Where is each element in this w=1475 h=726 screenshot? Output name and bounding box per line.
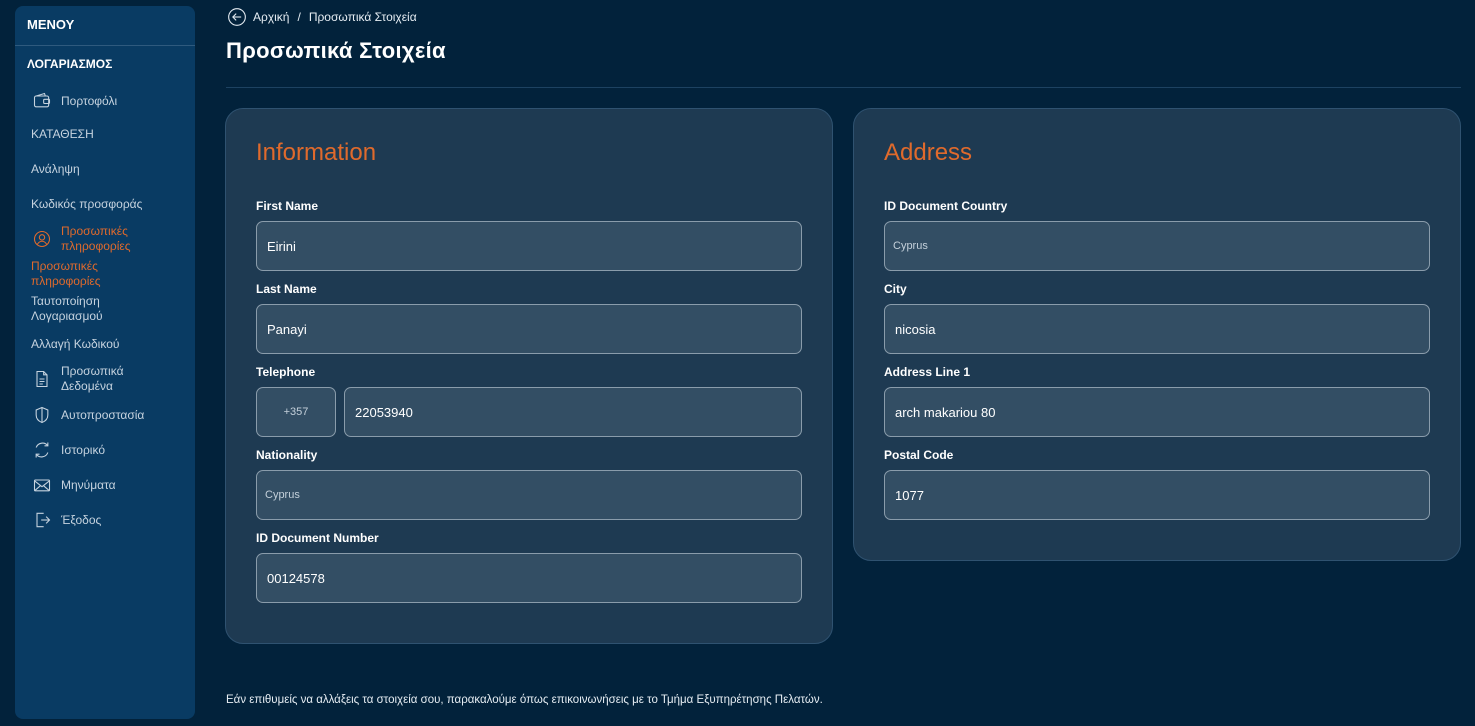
id-number-field[interactable]: 00124578 [256,553,802,603]
first-name-label: First Name [256,199,319,213]
sidebar-item-label: Ανάληψη [31,162,80,176]
sidebar-item-personal-info[interactable]: Προσωπικές πληροφορίες [31,224,151,254]
phone-number-field[interactable]: 22053940 [344,387,802,437]
last-name-field[interactable]: Panayi [256,304,802,354]
sidebar-subitem-verification[interactable]: Ταυτοποίηση Λογαριασμού [31,294,141,324]
sidebar-item-label: ΚΑΤΑΘΕΣΗ [31,127,94,141]
address-line1-label: Address Line 1 [884,365,971,379]
sidebar-subitem-change-password[interactable]: Αλλαγή Κωδικού [31,337,119,351]
sidebar-item-label: Αυτοπροστασία [61,408,145,422]
document-icon [31,368,53,390]
address-card: Address ID Document Country Cyprus City … [853,108,1461,561]
sidebar-item-label: Προσωπικά Δεδομένα [61,364,124,393]
back-arrow-icon[interactable] [227,7,247,27]
breadcrumb-current: Προσωπικά Στοιχεία [308,10,417,24]
logout-icon [31,509,53,531]
breadcrumb-home-link[interactable]: Αρχική [253,10,289,24]
postal-code-field[interactable]: 1077 [884,470,1430,520]
first-name-field[interactable]: Eirini [256,221,802,271]
sidebar-item-label: Αλλαγή Κωδικού [31,337,120,351]
sidebar-item-label: Πορτοφόλι [61,94,118,108]
sidebar-item-label: Κωδικός προσφοράς [31,197,143,211]
information-title: Information [256,139,377,166]
sidebar-item-label: Προσωπικές πληροφορίες [61,224,131,253]
breadcrumb-separator: / [297,10,301,24]
phone-code-field[interactable]: +357 [256,387,336,437]
nationality-label: Nationality [256,448,318,462]
nationality-select[interactable]: Cyprus [256,470,802,520]
sidebar-item-label: Έξοδος [61,513,102,527]
last-name-label: Last Name [256,282,317,296]
city-field[interactable]: nicosia [884,304,1430,354]
page-title: Προσωπικά Στοιχεία [226,38,446,63]
footer-note: Εάν επιθυμείς να αλλάξεις τα στοιχεία σο… [226,694,823,706]
id-country-select[interactable]: Cyprus [884,221,1430,271]
sidebar-item-promo-code[interactable]: Κωδικός προσφοράς [31,197,142,211]
sidebar-item-label: Μηνύματα [61,478,116,492]
envelope-icon [31,474,53,496]
shield-icon [31,404,53,426]
id-country-label: ID Document Country [884,199,1008,213]
sidebar-section-title: ΛΟΓΑΡΙΑΣΜΟΣ [27,57,113,71]
sidebar-header: ΜΕΝΟΥ [15,6,195,46]
telephone-label: Telephone [256,365,316,379]
header-divider [226,87,1461,88]
history-icon [31,439,53,461]
address-line1-field[interactable]: arch makariou 80 [884,387,1430,437]
information-card: Information First Name Eirini Last Name … [225,108,833,644]
sidebar-item-history[interactable]: Ιστορικό [31,439,105,461]
city-label: City [884,282,907,296]
sidebar-item-personal-data[interactable]: Προσωπικά Δεδομένα [31,364,141,394]
sidebar-item-self-protection[interactable]: Αυτοπροστασία [31,404,144,426]
sidebar: ΜΕΝΟΥ ΛΟΓΑΡΙΑΣΜΟΣ Πορτοφόλι ΚΑΤΑΘΕΣΗ Ανά… [15,6,195,719]
sidebar-subitem-personal-info[interactable]: Προσωπικές πληροφορίες [31,259,141,289]
sidebar-item-messages[interactable]: Μηνύματα [31,474,116,496]
user-icon [31,228,53,250]
sidebar-item-deposit[interactable]: ΚΑΤΑΘΕΣΗ [31,127,94,141]
sidebar-item-wallet[interactable]: Πορτοφόλι [31,90,117,112]
sidebar-item-label: Ιστορικό [61,443,106,457]
address-title: Address [884,139,973,166]
id-number-label: ID Document Number [256,531,379,545]
sidebar-item-withdraw[interactable]: Ανάληψη [31,162,80,176]
sidebar-item-logout[interactable]: Έξοδος [31,509,101,531]
postal-code-label: Postal Code [884,448,954,462]
breadcrumb: Αρχική / Προσωπικά Στοιχεία [227,7,417,27]
wallet-icon [31,90,53,112]
